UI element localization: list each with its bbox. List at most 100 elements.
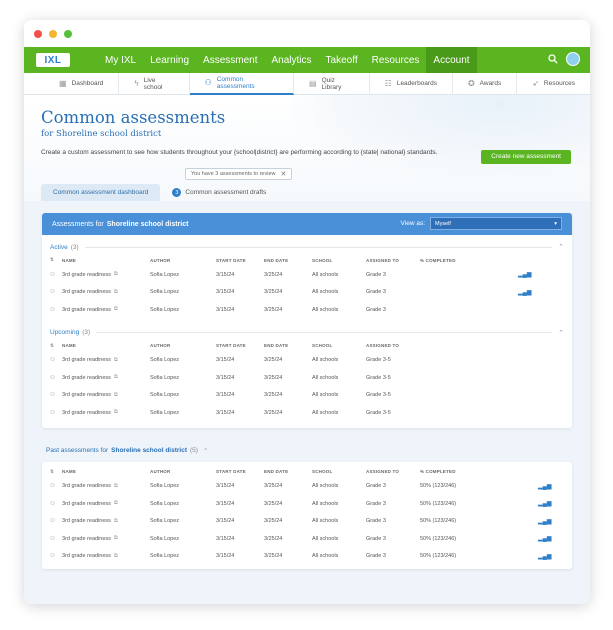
table-row[interactable]: ⚇ 3rd grade readiness ⧉ Sofia Lopez 3/15/24 3… bbox=[42, 404, 572, 422]
nav-assessment[interactable]: Assessment bbox=[196, 47, 264, 73]
analytics-icon[interactable]: ▂▄▆ bbox=[538, 500, 558, 507]
table-row[interactable]: ⚇ 3rd grade readiness ⧉ Sofia Lopez 3/15/24 3… bbox=[42, 284, 572, 302]
chevron-up-icon[interactable]: ⌃ bbox=[558, 329, 564, 337]
copy-icon[interactable]: ⧉ bbox=[114, 392, 118, 399]
leaderboard-icon: ☷ bbox=[384, 79, 392, 88]
close-icon[interactable]: ✕ bbox=[280, 170, 286, 178]
user-avatar[interactable] bbox=[566, 52, 580, 66]
upcoming-section-header[interactable]: Upcoming (3) ⌃ bbox=[42, 326, 572, 340]
analytics-icon[interactable]: ▂▄▆ bbox=[518, 271, 538, 278]
assessment-icon: ⚇ bbox=[50, 409, 55, 416]
assessment-name-cell[interactable]: 3rd grade readiness ⧉ bbox=[62, 535, 150, 542]
school-cell: All schools bbox=[312, 553, 339, 560]
minimize-window-button[interactable] bbox=[49, 29, 57, 38]
table-row[interactable]: ⚇ 3rd grade readiness ⧉ Sofia Lopez 3/15/24 3… bbox=[42, 369, 572, 387]
nav-resources[interactable]: Resources bbox=[365, 47, 427, 73]
end-date-cell: 3/25/24 bbox=[264, 374, 283, 381]
copy-icon[interactable]: ⧉ bbox=[114, 483, 118, 490]
subnav-leaderboards[interactable]: ☷ Leaderboards bbox=[370, 72, 453, 95]
analytics-icon[interactable]: ▂▄▆ bbox=[538, 553, 558, 560]
close-window-button[interactable] bbox=[34, 29, 42, 38]
copy-icon[interactable]: ⧉ bbox=[114, 500, 118, 507]
copy-icon[interactable]: ⧉ bbox=[114, 306, 118, 313]
assessment-name-cell[interactable]: 3rd grade readiness ⧉ bbox=[62, 409, 150, 416]
nav-account[interactable]: Account bbox=[426, 47, 477, 73]
school-cell: All schools bbox=[312, 357, 339, 364]
maximize-window-button[interactable] bbox=[64, 29, 72, 38]
start-date-cell: 3/15/24 bbox=[216, 271, 235, 278]
assessment-name-cell[interactable]: 3rd grade readiness ⧉ bbox=[62, 392, 150, 399]
copy-icon[interactable]: ⧉ bbox=[114, 518, 118, 525]
assessment-icon: ⚇ bbox=[50, 306, 55, 313]
analytics-icon[interactable]: ▂▄▆ bbox=[538, 518, 558, 525]
copy-icon[interactable]: ⧉ bbox=[114, 409, 118, 416]
copy-icon[interactable]: ⧉ bbox=[114, 535, 118, 542]
ixl-logo[interactable]: IXL bbox=[36, 53, 70, 67]
author-cell: Sofia Lopez bbox=[150, 357, 180, 364]
title-bar bbox=[24, 20, 590, 47]
tab-drafts[interactable]: 3 Common assessment drafts bbox=[160, 188, 278, 197]
table-row[interactable]: ⚇ 3rd grade readiness ⧉ Sofia Lopez 3/15/24 3… bbox=[42, 530, 572, 548]
assessment-name-cell[interactable]: 3rd grade readiness ⧉ bbox=[62, 357, 150, 364]
tab-dashboard[interactable]: Common assessment dashboard bbox=[41, 184, 161, 201]
school-cell: All schools bbox=[312, 271, 339, 278]
start-date-cell: 3/15/24 bbox=[216, 535, 235, 542]
copy-icon[interactable]: ⧉ bbox=[114, 374, 118, 381]
create-assessment-button[interactable]: Create new assessment bbox=[481, 150, 571, 164]
copy-icon[interactable]: ⧉ bbox=[114, 553, 118, 560]
subnav-dashboard[interactable]: ▦ Dashboard bbox=[44, 72, 120, 95]
table-row[interactable]: ⚇ 3rd grade readiness ⧉ Sofia Lopez 3/15/24 3… bbox=[42, 548, 572, 566]
assessment-name-cell[interactable]: 3rd grade readiness ⧉ bbox=[62, 518, 150, 525]
assessment-name-cell[interactable]: 3rd grade readiness ⧉ bbox=[62, 271, 150, 278]
table-row[interactable]: ⚇ 3rd grade readiness ⧉ Sofia Lopez 3/15/24 3… bbox=[42, 478, 572, 496]
end-date-cell: 3/25/24 bbox=[264, 392, 283, 399]
school-cell: All schools bbox=[312, 518, 339, 525]
start-date-cell: 3/15/24 bbox=[216, 500, 235, 507]
chevron-up-icon[interactable]: ⌃ bbox=[203, 447, 208, 455]
assessment-name-cell[interactable]: 3rd grade readiness ⧉ bbox=[62, 483, 150, 490]
table-header: ⇅ NAME AUTHOR START DATE END DATE SCHOOL ASSI… bbox=[50, 257, 456, 263]
table-row[interactable]: ⚇ 3rd grade readiness ⧉ Sofia Lopez 3/15/24 3… bbox=[42, 352, 572, 370]
active-section-header[interactable]: Active (3) ⌃ bbox=[42, 240, 572, 254]
analytics-icon[interactable]: ▂▄▆ bbox=[538, 535, 558, 542]
assessment-name-cell[interactable]: 3rd grade readiness ⧉ bbox=[62, 374, 150, 381]
assigned-to-cell: Grade 3 bbox=[366, 535, 386, 542]
subnav-quiz-library[interactable]: ▤ Quiz Library bbox=[294, 72, 370, 95]
nav-learning[interactable]: Learning bbox=[143, 47, 196, 73]
table-row[interactable]: ⚇ 3rd grade readiness ⧉ Sofia Lopez 3/15/24 3… bbox=[42, 387, 572, 405]
search-icon[interactable] bbox=[548, 54, 558, 64]
assessment-name-cell[interactable]: 3rd grade readiness ⧉ bbox=[62, 306, 150, 313]
subnav-resources[interactable]: ➶ Resources bbox=[517, 73, 590, 95]
nav-my-ixl[interactable]: My IXL bbox=[98, 47, 143, 73]
assessment-icon: ⚇ bbox=[50, 392, 55, 399]
subnav-live-school[interactable]: ϟ Live school bbox=[119, 72, 190, 95]
page-description: Create a custom assessment to see how st… bbox=[41, 149, 438, 156]
author-cell: Sofia Lopez bbox=[150, 289, 180, 296]
analytics-icon[interactable]: ▂▄▆ bbox=[518, 289, 538, 296]
table-row[interactable]: ⚇ 3rd grade readiness ⧉ Sofia Lopez 3/15/24 3… bbox=[42, 513, 572, 531]
copy-icon[interactable]: ⧉ bbox=[114, 289, 118, 296]
table-row[interactable]: ⚇ 3rd grade readiness ⧉ Sofia Lopez 3/15/24 3… bbox=[42, 301, 572, 319]
chevron-up-icon[interactable]: ⌃ bbox=[558, 243, 564, 251]
subnav-common-assessments[interactable]: ⚇ Common assessments bbox=[189, 72, 294, 95]
assessment-icon: ⚇ bbox=[50, 500, 55, 507]
sort-icon[interactable]: ⇅ bbox=[50, 343, 62, 349]
assessment-name-cell[interactable]: 3rd grade readiness ⧉ bbox=[62, 289, 150, 296]
assessment-name-cell[interactable]: 3rd grade readiness ⧉ bbox=[62, 553, 150, 560]
nav-takeoff[interactable]: Takeoff bbox=[319, 47, 365, 73]
view-as-select[interactable]: Myself ▾ bbox=[430, 217, 562, 230]
nav-analytics[interactable]: Analytics bbox=[265, 47, 319, 73]
sort-icon[interactable]: ⇅ bbox=[50, 469, 62, 475]
assessment-icon: ⚇ bbox=[50, 289, 55, 296]
analytics-icon[interactable]: ▂▄▆ bbox=[538, 483, 558, 490]
start-date-cell: 3/15/24 bbox=[216, 553, 235, 560]
copy-icon[interactable]: ⧉ bbox=[114, 357, 118, 364]
end-date-cell: 3/25/24 bbox=[264, 518, 283, 525]
assessment-name-cell[interactable]: 3rd grade readiness ⧉ bbox=[62, 500, 150, 507]
subnav-awards[interactable]: ✪ Awards bbox=[453, 72, 518, 95]
sort-icon[interactable]: ⇅ bbox=[50, 257, 62, 263]
past-assessments-header[interactable]: Past assessments for Shoreline school dis… bbox=[42, 444, 572, 458]
copy-icon[interactable]: ⧉ bbox=[114, 271, 118, 278]
table-row[interactable]: ⚇ 3rd grade readiness ⧉ Sofia Lopez 3/15/24 3… bbox=[42, 495, 572, 513]
table-row[interactable]: ⚇ 3rd grade readiness ⧉ Sofia Lopez 3/15/24 3… bbox=[42, 266, 572, 284]
